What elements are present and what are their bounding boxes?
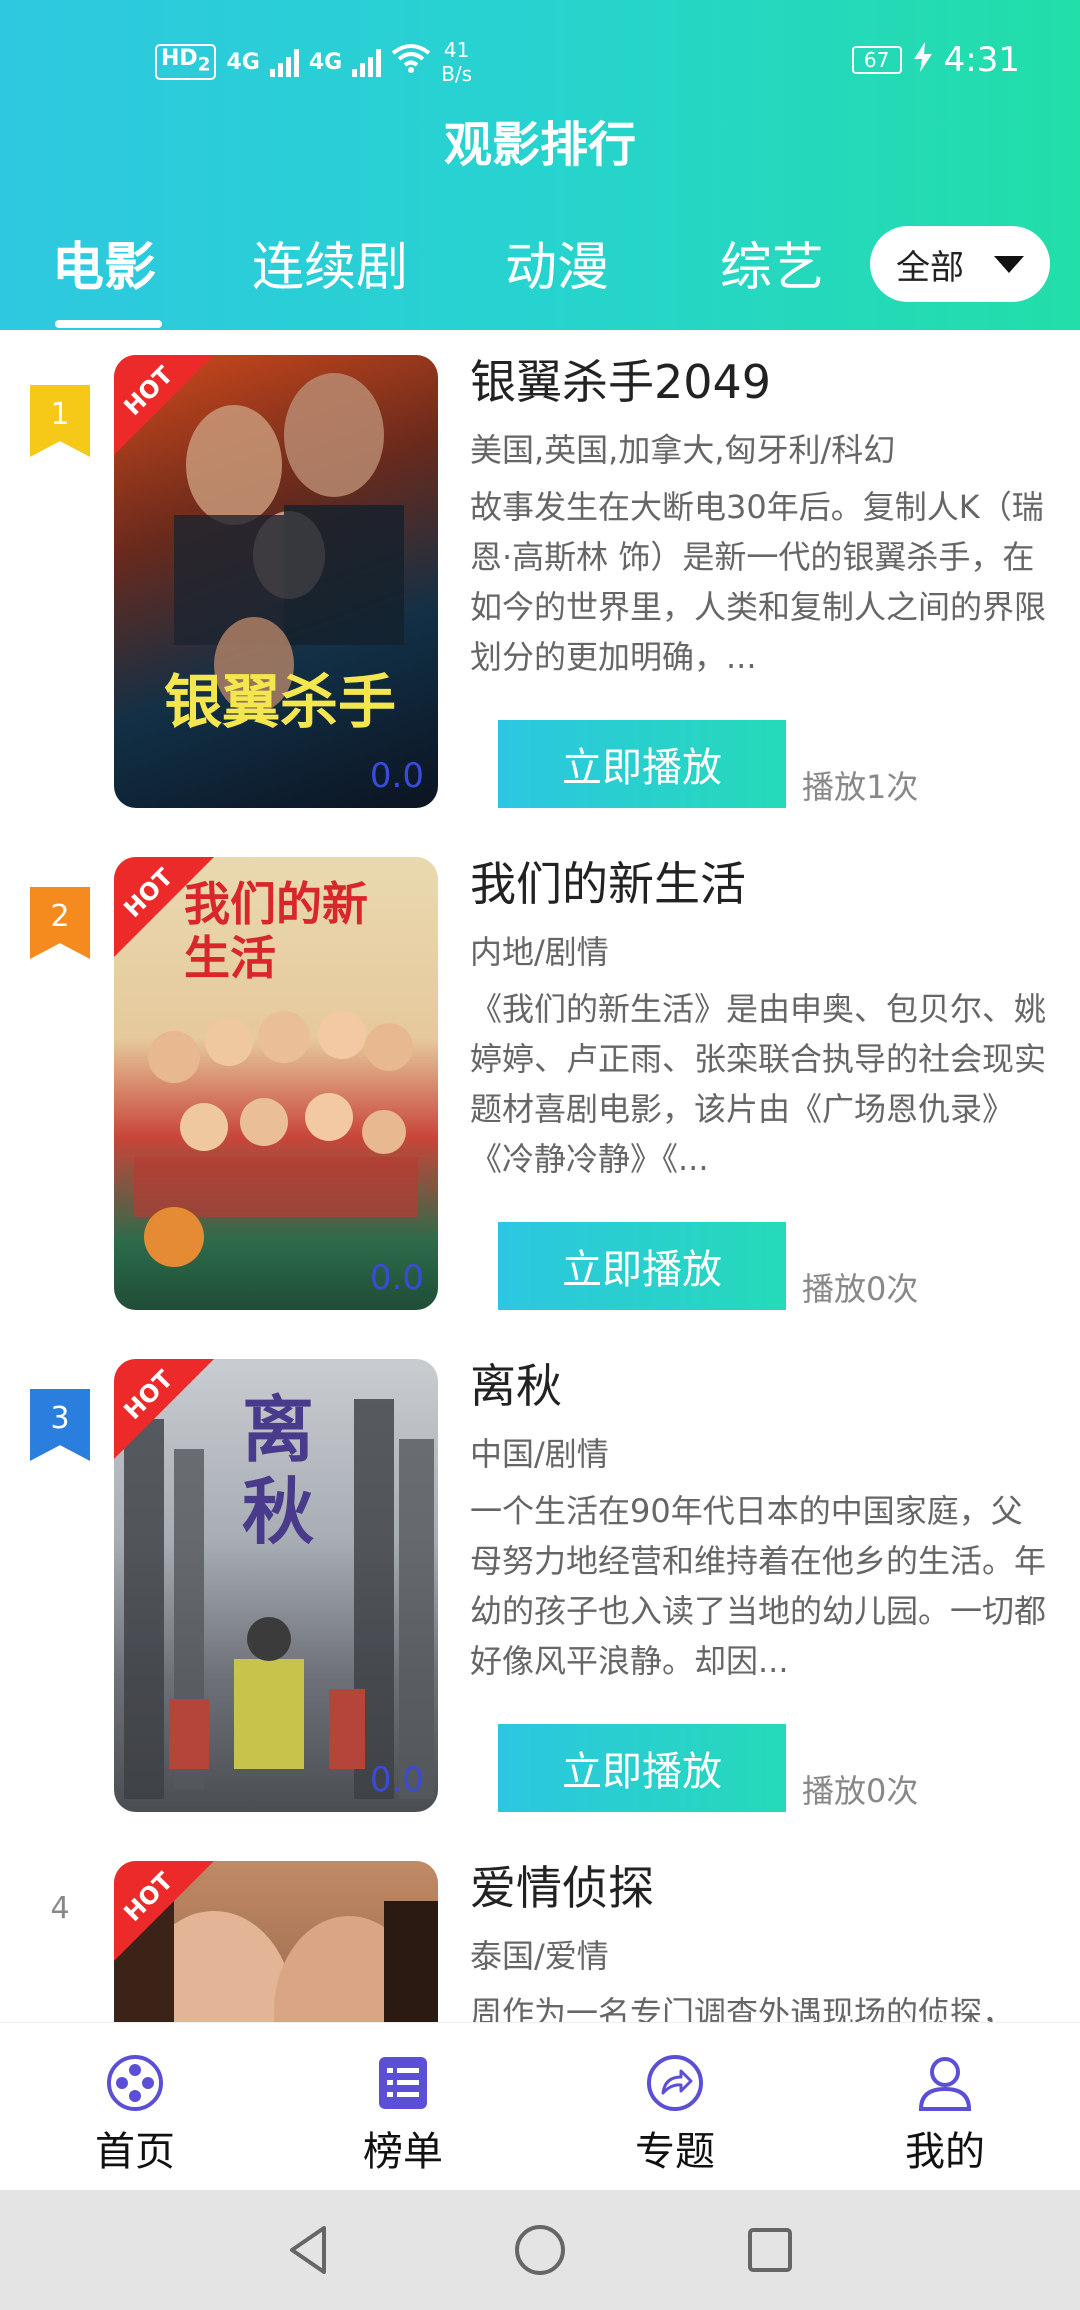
- hd-badge: HD2: [155, 43, 217, 81]
- nav-topics[interactable]: 专题: [575, 2053, 775, 2177]
- movie-title[interactable]: 爱情侦探: [470, 1856, 1050, 1920]
- tab-variety[interactable]: 综艺: [720, 225, 824, 300]
- share-arrow-icon: [645, 2053, 705, 2113]
- back-icon[interactable]: [280, 2220, 340, 2280]
- list-item[interactable]: 4 HOT 爱情侦探 泰国/爱情 周作为一名专门调查外遇现场的侦探，: [0, 1836, 1080, 2022]
- poster-title-art: 我们的新生活: [184, 877, 368, 985]
- clock: 4:31: [943, 40, 1020, 80]
- list-item[interactable]: 1 HOT 银翼杀手 0.0 银翼杀手2049 美国,英国,加拿大,匈牙利/科幻…: [0, 330, 1080, 832]
- movie-poster[interactable]: HOT 我们的新生活 0.0: [114, 857, 438, 1310]
- poster-title-art: 离秋: [242, 1388, 315, 1554]
- ranking-list[interactable]: 1 HOT 银翼杀手 0.0 银翼杀手2049 美国,英国,加拿大,匈牙利/科幻…: [0, 330, 1080, 2022]
- play-now-button[interactable]: 立即播放: [498, 1222, 786, 1310]
- movie-description: 故事发生在大断电30年后。复制人K（瑞恩·高斯林 饰）是新一代的银翼杀手，在如今…: [470, 488, 1047, 676]
- page-title: 观影排行: [443, 117, 636, 173]
- list-item[interactable]: 3 HOT 离秋 0.0 离秋 中国/剧情 一个生活在90年代日本的中国家庭，父…: [0, 1334, 1080, 1836]
- wifi-icon: [391, 43, 431, 81]
- status-bar: HD2 4G 4G 41 B/s 67 4:31: [0, 0, 1080, 115]
- poster-title-art: 银翼杀手: [164, 668, 397, 736]
- movie-title[interactable]: 银翼杀手2049: [470, 350, 1050, 414]
- tab-anime[interactable]: 动漫: [505, 225, 609, 300]
- movie-info: 我们的新生活 内地/剧情 《我们的新生活》是由申奥、包贝尔、姚婷婷、卢正雨、张栾…: [470, 852, 1050, 1184]
- nav-home-label: 首页: [95, 2129, 175, 2175]
- play-count: 播放0次: [802, 1270, 919, 1308]
- home-circle-icon[interactable]: [510, 2220, 570, 2280]
- movie-description: 周作为一名专门调查外遇现场的侦探，: [470, 1994, 1015, 2022]
- movie-description: 《我们的新生活》是由申奥、包贝尔、姚婷婷、卢正雨、张栾联合执导的社会现实题材喜剧…: [470, 990, 1047, 1178]
- movie-info: 银翼杀手2049 美国,英国,加拿大,匈牙利/科幻 故事发生在大断电30年后。复…: [470, 350, 1050, 682]
- nav-topics-label: 专题: [635, 2129, 715, 2175]
- rank-badge: 1: [30, 385, 90, 457]
- nav-ranking[interactable]: 榜单: [303, 2053, 503, 2177]
- signal-icon: [352, 47, 382, 77]
- play-count: 播放1次: [802, 768, 919, 806]
- movie-genre: 美国,英国,加拿大,匈牙利/科幻: [470, 431, 896, 469]
- movie-poster[interactable]: HOT: [114, 1861, 438, 2022]
- bottom-nav: 首页 榜单 专题 我的: [0, 2022, 1080, 2190]
- charging-icon: [912, 41, 934, 79]
- nav-home[interactable]: 首页: [35, 2053, 235, 2177]
- movie-description: 一个生活在90年代日本的中国家庭，父母努力地经营和维持着在他乡的生活。年幼的孩子…: [470, 1492, 1047, 1680]
- movie-info: 离秋 中国/剧情 一个生活在90年代日本的中国家庭，父母努力地经营和维持着在他乡…: [470, 1354, 1050, 1686]
- hd-sub: 2: [197, 54, 211, 76]
- play-now-button[interactable]: 立即播放: [498, 1724, 786, 1812]
- movie-poster[interactable]: HOT 银翼杀手 0.0: [114, 355, 438, 808]
- filter-selected-label: 全部: [896, 247, 964, 288]
- poster-artwork: [174, 373, 404, 713]
- movie-genre: 中国/剧情: [470, 1435, 609, 1473]
- nav-profile[interactable]: 我的: [845, 2053, 1045, 2177]
- rating-score: 0.0: [369, 1258, 424, 1298]
- rank-badge: 2: [30, 887, 90, 959]
- rating-score: 0.0: [369, 756, 424, 796]
- net-speed-unit: B/s: [441, 62, 473, 86]
- recents-square-icon[interactable]: [740, 2220, 800, 2280]
- hd-label: HD: [161, 45, 198, 71]
- play-now-button[interactable]: 立即播放: [498, 720, 786, 808]
- movie-genre: 泰国/爱情: [470, 1937, 609, 1975]
- signal-icon: [269, 47, 299, 77]
- net-speed: 41 B/s: [441, 38, 472, 86]
- movie-poster[interactable]: HOT 离秋 0.0: [114, 1359, 438, 1812]
- movie-title[interactable]: 离秋: [470, 1354, 1050, 1418]
- film-reel-icon: [105, 2053, 165, 2113]
- active-tab-indicator: [55, 320, 162, 328]
- nav-profile-label: 我的: [905, 2129, 985, 2175]
- system-nav-bar: [0, 2190, 1080, 2310]
- battery-icon: 67: [851, 46, 902, 74]
- rank-badge: 3: [30, 1389, 90, 1461]
- filter-dropdown[interactable]: 全部: [870, 226, 1050, 302]
- list-icon: [373, 2053, 433, 2113]
- user-icon: [915, 2053, 975, 2113]
- nav-ranking-label: 榜单: [363, 2129, 443, 2175]
- tab-series[interactable]: 连续剧: [252, 225, 408, 300]
- status-left: HD2 4G 4G 41 B/s: [155, 38, 472, 86]
- caret-down-icon: [994, 255, 1024, 273]
- rank-number: 4: [50, 1891, 70, 1926]
- tab-movie[interactable]: 电影: [52, 225, 156, 300]
- movie-info: 爱情侦探 泰国/爱情 周作为一名专门调查外遇现场的侦探，: [470, 1856, 1050, 2022]
- list-item[interactable]: 2 HOT 我们的新生活 0.0 我们的新生活 内地/剧情 《我们的新生活》是由…: [0, 832, 1080, 1334]
- net-speed-value: 41: [443, 38, 470, 62]
- status-right: 67 4:31: [851, 40, 1020, 80]
- network-type-2: 4G: [308, 49, 343, 75]
- header: HD2 4G 4G 41 B/s 67 4:31 观影排行 电影 连续剧 动漫 综…: [0, 0, 1080, 330]
- movie-title[interactable]: 我们的新生活: [470, 852, 1050, 916]
- movie-genre: 内地/剧情: [470, 933, 609, 971]
- rating-score: 0.0: [369, 1760, 424, 1800]
- network-type-1: 4G: [226, 49, 260, 75]
- play-count: 播放0次: [802, 1772, 919, 1810]
